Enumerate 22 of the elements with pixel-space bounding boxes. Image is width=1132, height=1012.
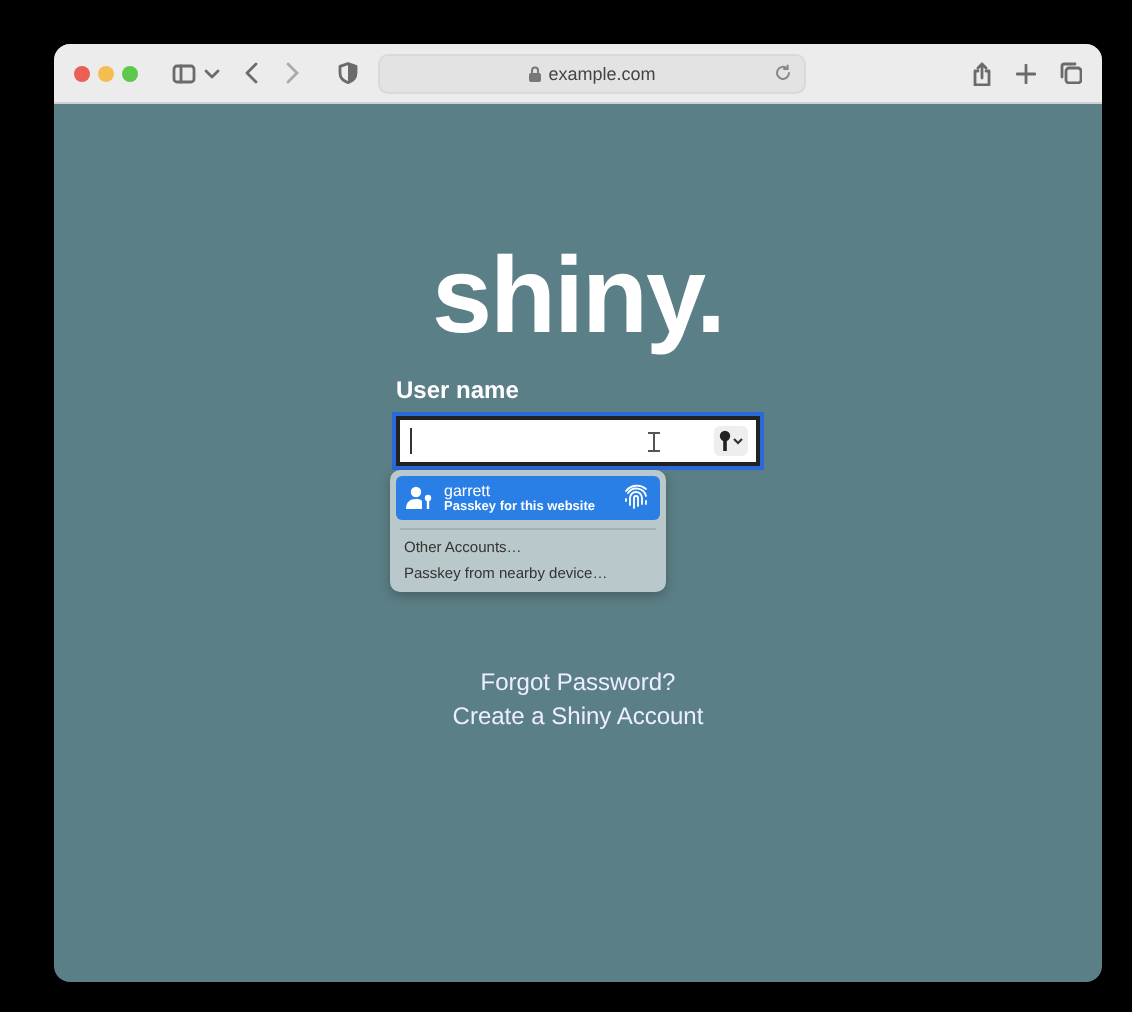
share-icon[interactable] (972, 61, 992, 85)
fingerprint-icon (622, 484, 650, 512)
field-label: User name (396, 376, 521, 404)
back-icon[interactable] (244, 62, 258, 84)
sidebar-icon[interactable] (172, 63, 196, 83)
url-text: example.com (548, 63, 656, 83)
lock-icon (528, 65, 543, 81)
link[interactable]: Create a Shiny Account (452, 702, 704, 730)
username-field[interactable] (396, 416, 760, 466)
account-name: garrett (444, 482, 493, 500)
tabs-overview-icon[interactable] (1060, 62, 1082, 84)
person-key-icon (406, 486, 434, 510)
reload-icon[interactable] (774, 63, 792, 81)
link[interactable]: Forgot Password? (480, 668, 676, 696)
shield-icon[interactable] (338, 62, 358, 84)
logo: shiny. (431, 236, 725, 356)
close-button[interactable] (74, 65, 90, 81)
text-cursor-icon (646, 431, 662, 451)
chevron-down-icon[interactable] (204, 67, 220, 79)
address-bar[interactable]: example.com (378, 53, 806, 93)
key-icon[interactable] (714, 426, 748, 456)
plus-icon[interactable] (1016, 63, 1036, 83)
